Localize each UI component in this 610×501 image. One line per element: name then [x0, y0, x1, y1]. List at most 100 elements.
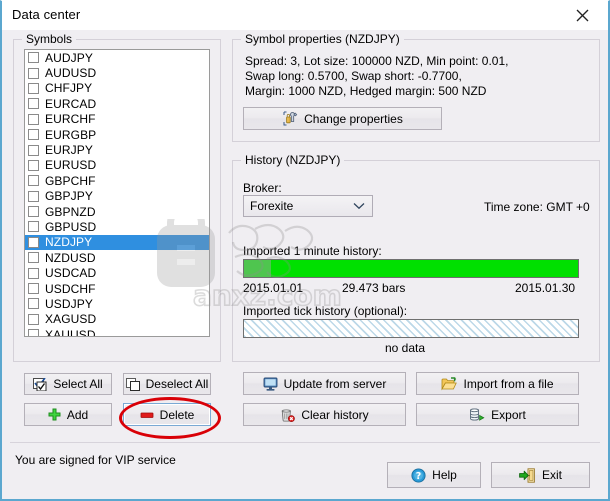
symbol-properties-details: Spread: 3, Lot size: 100000 NZD, Min poi… [245, 54, 509, 98]
symbol-checkbox[interactable] [28, 159, 39, 171]
broker-select[interactable]: Forexite [243, 195, 373, 217]
symbol-label: AUDUSD [45, 66, 97, 81]
select-all-button[interactable]: Select All [24, 373, 112, 395]
delete-button[interactable]: Delete [123, 403, 211, 426]
symbol-label: EURCAD [45, 96, 97, 111]
symbol-checkbox[interactable] [28, 175, 39, 187]
symbol-list-item[interactable]: NZDUSD [25, 250, 209, 265]
exit-label: Exit [541, 468, 562, 482]
symbol-checkbox[interactable] [28, 129, 39, 141]
symbol-list-item[interactable]: EURCAD [25, 96, 209, 111]
symbol-list-item[interactable]: GBPCHF [25, 173, 209, 188]
vip-status-text: You are signed for VIP service [15, 453, 176, 467]
history-end-date: 2015.01.30 [515, 281, 576, 295]
export-button[interactable]: Export [416, 403, 579, 426]
minute-history-progress [243, 259, 579, 278]
exit-door-icon [519, 467, 536, 483]
clear-history-button[interactable]: Clear history [243, 403, 406, 426]
symbol-checkbox[interactable] [28, 113, 39, 125]
symbol-checkbox[interactable] [28, 267, 39, 279]
delete-icon [140, 410, 154, 420]
symbol-list-item[interactable]: AUDUSD [25, 65, 209, 80]
exit-button[interactable]: Exit [491, 462, 590, 488]
symbol-list-item[interactable]: EURUSD [25, 158, 209, 173]
broker-label: Broker: [243, 181, 282, 195]
tick-history-progress [243, 319, 579, 338]
history-start-date: 2015.01.01 [243, 281, 304, 295]
symbol-list-item[interactable]: GBPUSD [25, 219, 209, 234]
select-all-label: Select All [53, 377, 103, 391]
symbol-label: GBPUSD [45, 219, 97, 234]
symbol-checkbox[interactable] [28, 67, 39, 79]
clear-history-label: Clear history [301, 407, 369, 422]
trash-icon [280, 408, 296, 422]
window-title: Data center [12, 7, 81, 22]
history-bar-count: 29.473 bars [342, 281, 406, 295]
update-from-server-label: Update from server [283, 376, 387, 391]
broker-selected-value: Forexite [250, 199, 294, 213]
symbol-checkbox[interactable] [28, 313, 39, 325]
symbol-list-item[interactable]: NZDJPY [25, 234, 209, 251]
add-button[interactable]: Add [24, 403, 112, 426]
add-label: Add [66, 407, 89, 422]
symbol-list-item[interactable]: EURJPY [25, 142, 209, 157]
close-icon[interactable] [560, 1, 604, 29]
symbol-label: EURGBP [45, 127, 97, 142]
symbol-checkbox[interactable] [28, 206, 39, 218]
deselect-all-label: Deselect All [145, 377, 209, 391]
symbol-list-item[interactable]: XAGUSD [25, 312, 209, 327]
symbol-checkbox[interactable] [28, 144, 39, 156]
symbol-label: EURUSD [45, 158, 97, 173]
svg-text:?: ? [416, 471, 422, 482]
symbol-checkbox[interactable] [28, 82, 39, 94]
symbol-checkbox[interactable] [28, 98, 39, 110]
chevron-down-icon [346, 202, 372, 210]
minute-history-label: Imported 1 minute history: [243, 244, 382, 258]
plus-icon [48, 408, 61, 421]
deselect-all-button[interactable]: Deselect All [123, 373, 211, 395]
symbol-label: XAGUSD [45, 312, 97, 327]
footer-divider [10, 442, 600, 443]
symbol-list-item[interactable]: AUDJPY [25, 50, 209, 65]
symbol-checkbox[interactable] [28, 236, 39, 248]
symbol-list-item[interactable]: USDJPY [25, 296, 209, 311]
symbol-list-item[interactable]: CHFJPY [25, 81, 209, 96]
export-label: Export [491, 407, 526, 422]
symbol-label: NZDUSD [45, 250, 96, 265]
help-button[interactable]: ? Help [387, 462, 481, 488]
update-from-server-button[interactable]: Update from server [243, 372, 406, 395]
symbol-checkbox[interactable] [28, 298, 39, 310]
symbol-label: GBPCHF [45, 173, 96, 188]
symbols-list[interactable]: AUDJPY AUDUSD CHFJPY EURCAD EURCHF EURGBP EURJ… [24, 49, 210, 337]
symbol-checkbox[interactable] [28, 190, 39, 202]
import-from-file-label: Import from a file [463, 376, 554, 391]
change-properties-label: Change properties [304, 111, 403, 126]
symbol-label: XAUUSD [45, 327, 96, 337]
symbol-checkbox[interactable] [28, 252, 39, 264]
tick-history-label: Imported tick history (optional): [243, 304, 408, 318]
symbol-list-item[interactable]: USDCAD [25, 265, 209, 280]
symbol-list-item[interactable]: EURCHF [25, 112, 209, 127]
symbol-label: NZDJPY [45, 235, 93, 250]
change-properties-button[interactable]: Change properties [243, 107, 442, 130]
help-label: Help [432, 468, 457, 482]
wrench-icon [282, 111, 298, 126]
symbol-checkbox[interactable] [28, 52, 39, 64]
symbol-label: USDCHF [45, 281, 96, 296]
open-folder-icon [441, 376, 458, 391]
symbol-label: AUDJPY [45, 50, 93, 65]
symbol-checkbox[interactable] [28, 283, 39, 295]
symbol-checkbox[interactable] [28, 329, 39, 336]
symbol-list-item[interactable]: XAUUSD [25, 327, 209, 337]
symbol-list-item[interactable]: GBPJPY [25, 189, 209, 204]
symbol-list-item[interactable]: EURGBP [25, 127, 209, 142]
progress-segment-early [244, 260, 271, 277]
symbol-list-item[interactable]: USDCHF [25, 281, 209, 296]
database-export-icon [469, 407, 485, 422]
symbol-checkbox[interactable] [28, 221, 39, 233]
history-group-label: History (NZDJPY) [241, 153, 345, 167]
symbol-label: USDJPY [45, 296, 93, 311]
symbol-list-item[interactable]: GBPNZD [25, 204, 209, 219]
import-from-file-button[interactable]: Import from a file [416, 372, 579, 395]
symbol-label: EURCHF [45, 112, 96, 127]
